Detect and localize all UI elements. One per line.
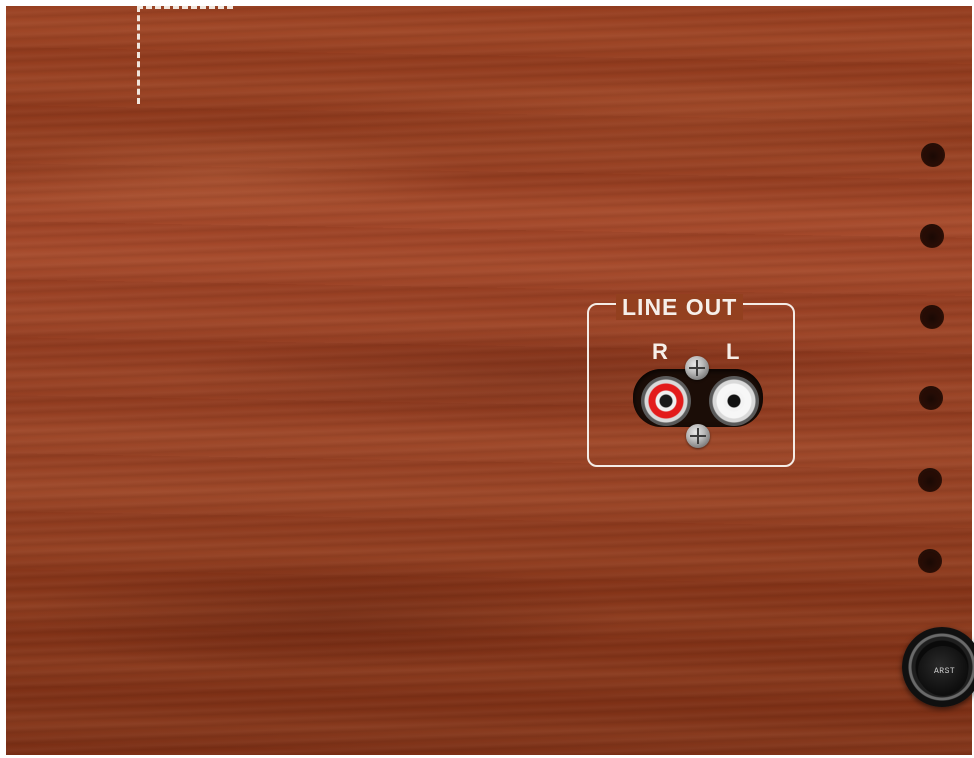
vent-hole: [918, 549, 942, 573]
knob-text: ARST: [934, 667, 956, 676]
left-rca-jack-icon[interactable]: [709, 376, 759, 426]
vent-hole: [920, 305, 944, 329]
line-out-label: LINE OUT: [616, 294, 744, 320]
vent-hole: [918, 468, 942, 492]
top-screw-icon: [685, 356, 709, 380]
bottom-screw-icon: [686, 424, 710, 448]
right-rca-jack-icon[interactable]: [641, 376, 691, 426]
vent-hole: [921, 143, 945, 167]
vent-hole: [920, 224, 944, 248]
dashed-corner-marking: [137, 6, 233, 104]
right-channel-label: R: [652, 339, 668, 364]
wooden-back-panel: [6, 6, 972, 755]
wood-grain-overlay: [6, 6, 972, 755]
left-channel-label: L: [726, 339, 740, 364]
vent-hole: [919, 386, 943, 410]
